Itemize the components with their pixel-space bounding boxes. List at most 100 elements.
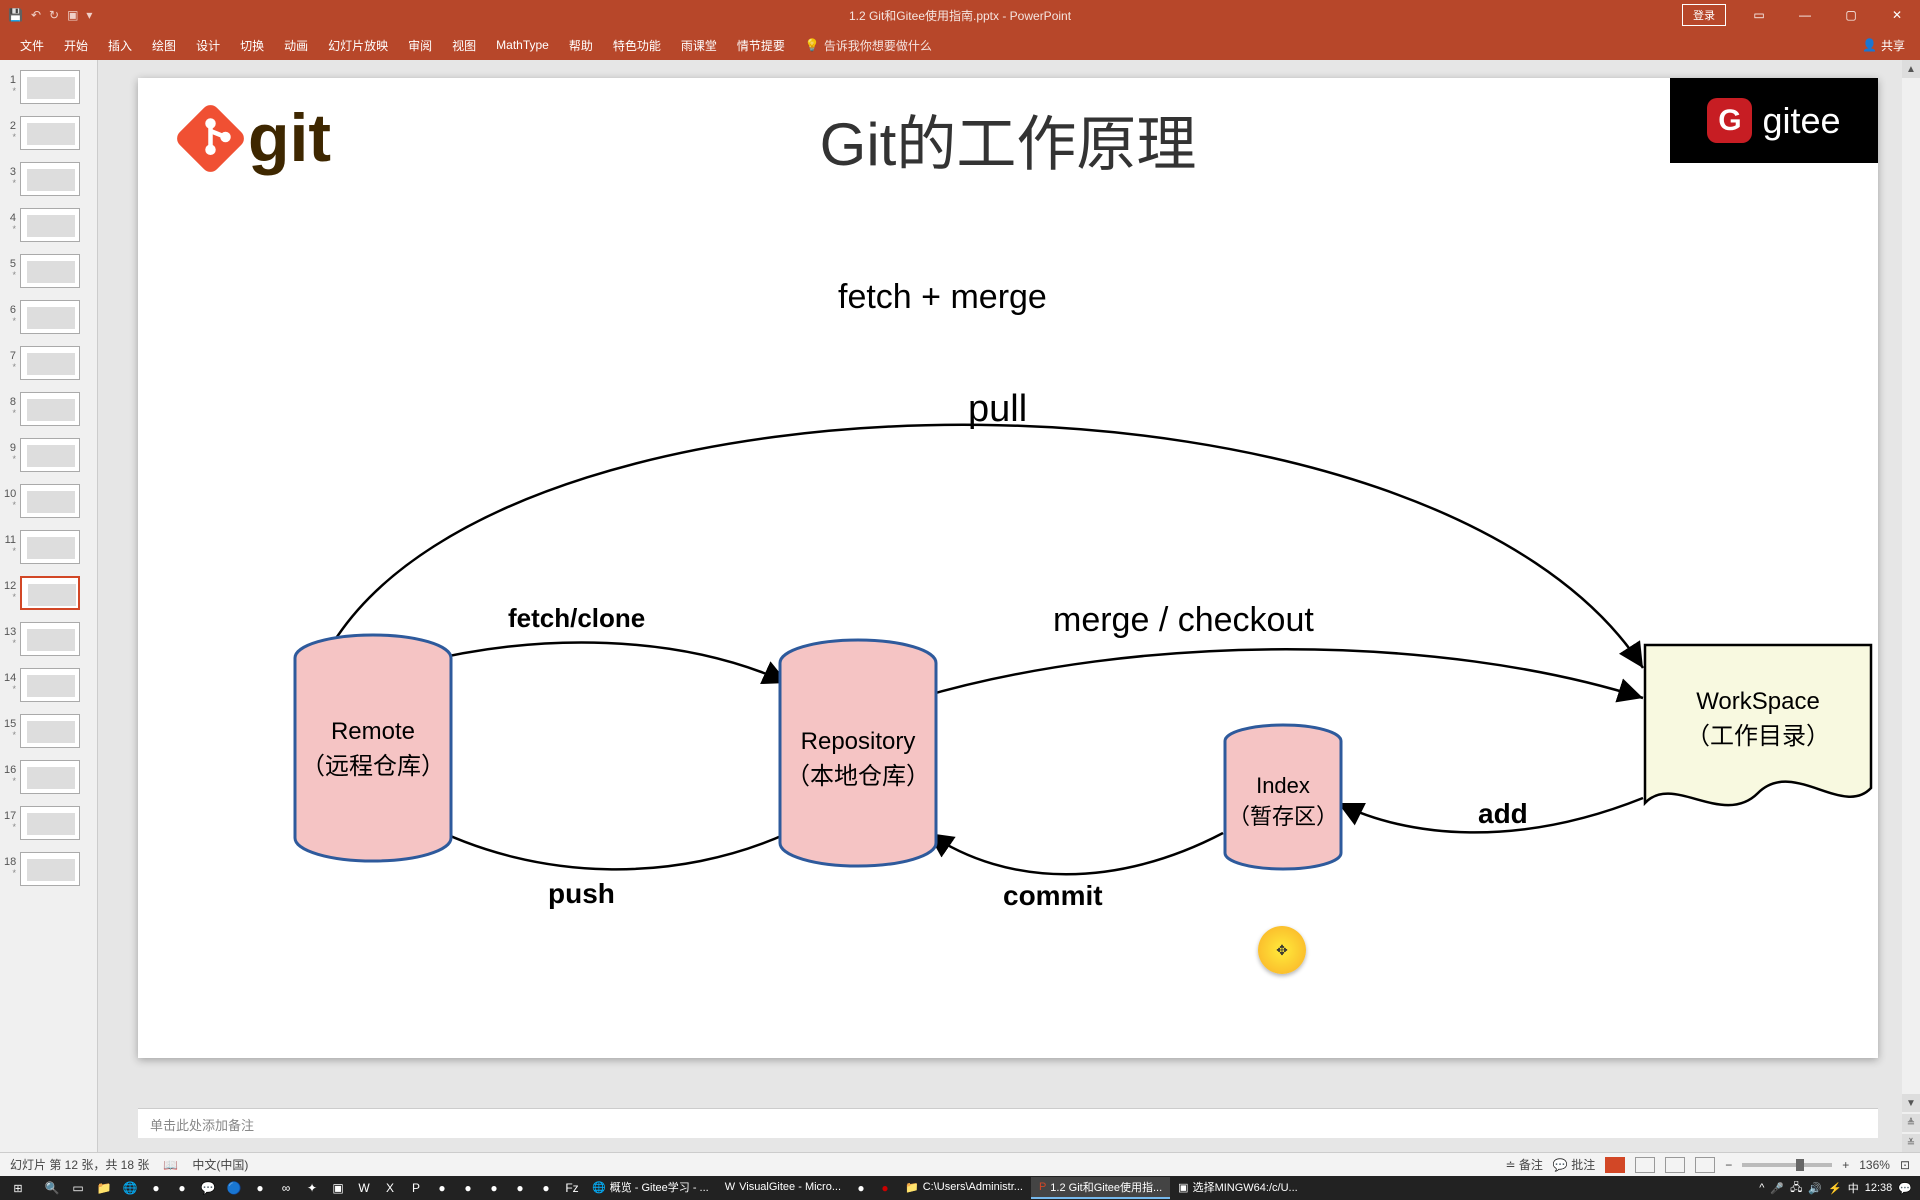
slide-thumbnail-3[interactable]: 3*	[0, 158, 97, 200]
vscode-icon[interactable]: ✦	[300, 1178, 324, 1198]
zoom-in-icon[interactable]: +	[1842, 1158, 1849, 1172]
tray-up-icon[interactable]: ^	[1759, 1182, 1764, 1194]
maximize-icon[interactable]: ▢	[1828, 0, 1874, 30]
tab-transitions[interactable]: 切换	[230, 31, 274, 60]
tray-volume-icon[interactable]: 🔊	[1808, 1182, 1822, 1195]
slideshow-view-icon[interactable]	[1695, 1157, 1715, 1173]
comments-button[interactable]: 💬 批注	[1553, 1156, 1595, 1173]
notes-pane[interactable]: 单击此处添加备注	[138, 1108, 1878, 1138]
slide-thumbnail-15[interactable]: 15*	[0, 710, 97, 752]
prev-slide-icon[interactable]: ≜	[1902, 1114, 1920, 1132]
close-icon[interactable]: ✕	[1874, 0, 1920, 30]
app-icon[interactable]: ●	[508, 1178, 532, 1198]
vs-icon[interactable]: ∞	[274, 1178, 298, 1198]
share-button[interactable]: 👤 共享	[1862, 37, 1905, 54]
tab-help[interactable]: 帮助	[559, 31, 603, 60]
taskbar-app[interactable]: 🌐概览 - Gitee学习 - ...	[584, 1177, 717, 1199]
ppt-icon[interactable]: P	[404, 1178, 428, 1198]
start-from-beginning-icon[interactable]: ▣	[67, 8, 78, 22]
next-slide-icon[interactable]: ≚	[1902, 1134, 1920, 1152]
slide-thumbnail-16[interactable]: 16*	[0, 756, 97, 798]
tab-animations[interactable]: 动画	[274, 31, 318, 60]
tray-clock[interactable]: 12:38	[1865, 1182, 1893, 1194]
tab-review[interactable]: 审阅	[398, 31, 442, 60]
scroll-up-icon[interactable]: ▲	[1902, 60, 1920, 78]
normal-view-icon[interactable]	[1605, 1157, 1625, 1173]
app-icon[interactable]: ●	[456, 1178, 480, 1198]
slide-thumbnail-4[interactable]: 4*	[0, 204, 97, 246]
slide-thumbnail-11[interactable]: 11*	[0, 526, 97, 568]
tab-slideshow[interactable]: 幻灯片放映	[318, 31, 398, 60]
tab-view[interactable]: 视图	[442, 31, 486, 60]
slide-thumbnail-14[interactable]: 14*	[0, 664, 97, 706]
tab-features[interactable]: 特色功能	[603, 31, 671, 60]
qat-dropdown-icon[interactable]: ▾	[86, 8, 92, 22]
app-icon[interactable]: ●	[534, 1178, 558, 1198]
slide-thumbnail-8[interactable]: 8*	[0, 388, 97, 430]
app-icon[interactable]: ●	[248, 1178, 272, 1198]
zoom-level[interactable]: 136%	[1859, 1158, 1890, 1172]
slide-counter[interactable]: 幻灯片 第 12 张，共 18 张	[10, 1156, 149, 1173]
slide-sorter-view-icon[interactable]	[1635, 1157, 1655, 1173]
zoom-out-icon[interactable]: −	[1725, 1158, 1732, 1172]
zoom-slider[interactable]	[1742, 1163, 1832, 1167]
chrome-icon[interactable]: 🔵	[222, 1178, 246, 1198]
tab-file[interactable]: 文件	[10, 31, 54, 60]
tell-me-search[interactable]: 💡 告诉我你想要做什么	[805, 37, 932, 54]
tab-yuketang[interactable]: 雨课堂	[671, 31, 727, 60]
app-icon[interactable]: ●	[873, 1178, 897, 1198]
slide-thumbnail-18[interactable]: 18*	[0, 848, 97, 890]
slide-thumbnail-1[interactable]: 1*	[0, 66, 97, 108]
fit-to-window-icon[interactable]: ⊡	[1900, 1158, 1910, 1172]
app-icon[interactable]: ●	[482, 1178, 506, 1198]
taskbar-app-active[interactable]: P1.2 Git和Gitee使用指...	[1031, 1177, 1170, 1199]
app-icon[interactable]: ●	[849, 1178, 873, 1198]
wechat-icon[interactable]: 💬	[196, 1178, 220, 1198]
minimize-icon[interactable]: —	[1782, 0, 1828, 30]
spellcheck-icon[interactable]: 📖	[163, 1158, 178, 1172]
app-icon[interactable]: ●	[430, 1178, 454, 1198]
taskbar-app[interactable]: WVisualGitee - Micro...	[717, 1177, 849, 1199]
tray-network-icon[interactable]: 🖧	[1790, 1179, 1802, 1198]
explorer-icon[interactable]: 📁	[92, 1178, 116, 1198]
excel-icon[interactable]: X	[378, 1178, 402, 1198]
tab-design[interactable]: 设计	[186, 31, 230, 60]
tab-storyboard[interactable]: 情节提要	[727, 31, 795, 60]
slide[interactable]: git Git的工作原理 G gitee	[138, 78, 1878, 1058]
undo-icon[interactable]: ↶	[31, 8, 41, 22]
reading-view-icon[interactable]	[1665, 1157, 1685, 1173]
save-icon[interactable]: 💾	[8, 8, 23, 22]
login-button[interactable]: 登录	[1682, 4, 1726, 26]
slide-thumbnail-5[interactable]: 5*	[0, 250, 97, 292]
tab-draw[interactable]: 绘图	[142, 31, 186, 60]
tab-mathtype[interactable]: MathType	[486, 32, 559, 58]
tab-insert[interactable]: 插入	[98, 31, 142, 60]
tab-home[interactable]: 开始	[54, 31, 98, 60]
search-icon[interactable]: 🔍	[40, 1178, 64, 1198]
tray-ime[interactable]: 中	[1848, 1180, 1859, 1196]
app-icon[interactable]: ●	[170, 1178, 194, 1198]
notes-button[interactable]: ≐ 备注	[1506, 1156, 1543, 1173]
tray-app-icon[interactable]: ⚡	[1828, 1182, 1842, 1195]
vertical-scrollbar[interactable]: ▲ ▼ ≜ ≚	[1902, 60, 1920, 1152]
redo-icon[interactable]: ↻	[49, 8, 59, 22]
slide-thumbnail-9[interactable]: 9*	[0, 434, 97, 476]
start-button[interactable]: ⊞	[0, 1176, 36, 1200]
taskbar-app[interactable]: 📁C:\Users\Administr...	[897, 1177, 1031, 1199]
slide-thumbnail-2[interactable]: 2*	[0, 112, 97, 154]
task-view-icon[interactable]: ▭	[66, 1178, 90, 1198]
edge-icon[interactable]: 🌐	[118, 1178, 142, 1198]
language-indicator[interactable]: 中文(中国)	[192, 1156, 248, 1173]
ribbon-display-options-icon[interactable]: ▭	[1736, 0, 1782, 30]
filezilla-icon[interactable]: Fz	[560, 1178, 584, 1198]
tray-mic-icon[interactable]: 🎤	[1770, 1182, 1784, 1195]
slide-thumbnail-10[interactable]: 10*	[0, 480, 97, 522]
taskbar-app[interactable]: ▣选择MINGW64:/c/U...	[1170, 1177, 1306, 1199]
app-icon[interactable]: ▣	[326, 1178, 350, 1198]
word-icon[interactable]: W	[352, 1178, 376, 1198]
tray-notifications-icon[interactable]: 💬	[1898, 1182, 1912, 1195]
slide-thumbnail-7[interactable]: 7*	[0, 342, 97, 384]
slide-thumbnail-17[interactable]: 17*	[0, 802, 97, 844]
app-icon[interactable]: ●	[144, 1178, 168, 1198]
slide-thumbnail-13[interactable]: 13*	[0, 618, 97, 660]
